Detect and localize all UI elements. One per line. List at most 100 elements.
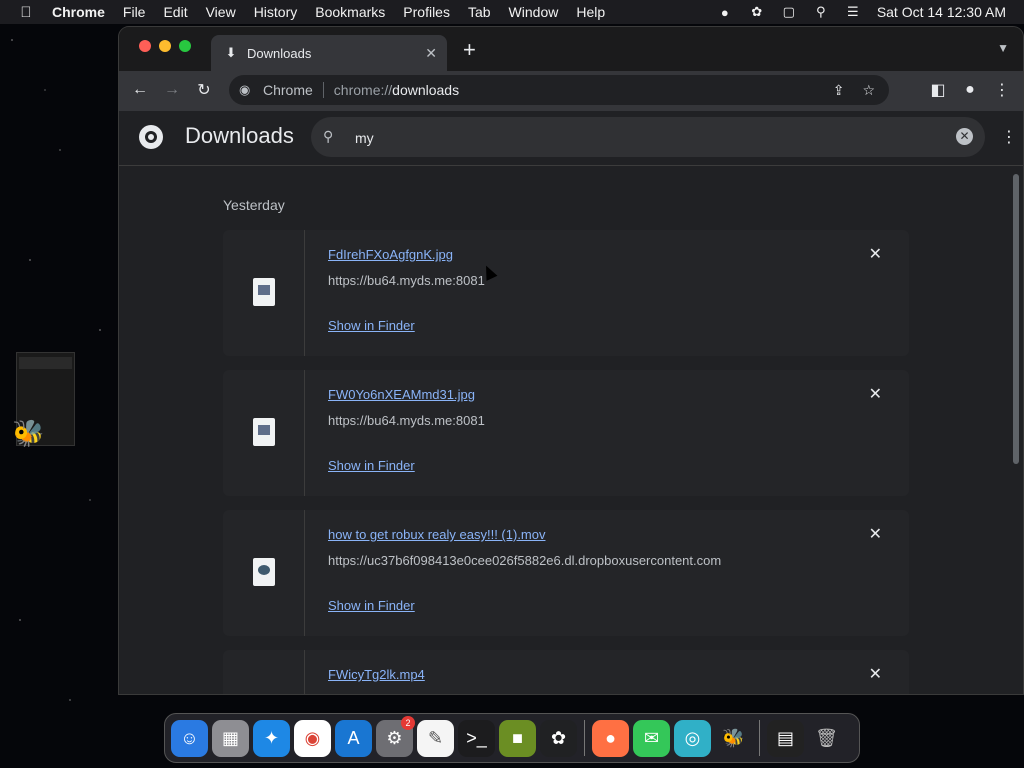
url-path: downloads	[392, 82, 460, 98]
download-filename-link[interactable]: FW0Yo6nXEAMmd31.jpg	[328, 387, 475, 402]
download-item: FW0Yo6nXEAMmd31.jpg https://bu64.myds.me…	[223, 370, 909, 496]
system-settings-icon[interactable]: ⚙ 2	[376, 715, 415, 757]
address-bar[interactable]: ◉ Chrome chrome:// downloads ⇪ ☆	[229, 75, 889, 105]
file-preview	[258, 425, 270, 435]
new-tab-button[interactable]: +	[463, 37, 476, 63]
desktop-bee-icon[interactable]: 🐝	[12, 418, 44, 449]
back-button[interactable]: ←	[129, 79, 151, 101]
find-my-icon[interactable]: ◎	[674, 719, 711, 757]
clear-search-icon[interactable]: ✕	[956, 128, 973, 145]
bee-app-icon[interactable]: 🐝	[715, 720, 752, 757]
firefox-icon[interactable]: ●	[592, 719, 629, 757]
download-item: how to get robux realy easy!!! (1).mov h…	[223, 510, 909, 636]
search-downloads[interactable]: ⚲ ✕	[311, 117, 985, 157]
reload-button[interactable]: ↻	[193, 79, 215, 101]
screenshot-thumbnail-icon[interactable]: ▤	[767, 719, 804, 757]
chatgpt-status-icon[interactable]: ✿	[749, 4, 765, 19]
safari-icon[interactable]: ✦	[253, 719, 290, 757]
divider	[304, 510, 305, 636]
tab-downloads[interactable]: ⬇ Downloads ✕	[211, 35, 447, 71]
profile-icon[interactable]: ●	[959, 79, 981, 101]
terminal-icon[interactable]: >_	[458, 719, 495, 757]
scrollbar[interactable]	[1009, 166, 1023, 694]
control-center-icon[interactable]: ☰	[845, 4, 861, 19]
address-chip: Chrome	[263, 82, 324, 98]
search-input[interactable]	[353, 125, 917, 151]
finder-icon[interactable]: ☺	[171, 719, 208, 757]
download-source-url: https://bu64.myds.me:8081	[328, 273, 485, 288]
remove-item-icon[interactable]: ✕	[869, 244, 882, 264]
divider	[304, 370, 305, 496]
show-in-finder-link[interactable]: Show in Finder	[328, 598, 415, 613]
menu-view[interactable]: View	[197, 4, 245, 20]
image-file-icon	[253, 418, 275, 446]
menu-history[interactable]: History	[245, 4, 307, 20]
menu-help[interactable]: Help	[567, 4, 614, 20]
section-date: Yesterday	[223, 197, 285, 213]
show-in-finder-link[interactable]: Show in Finder	[328, 458, 415, 473]
app-store-icon[interactable]: A	[335, 719, 372, 757]
chrome-icon[interactable]: ◉	[294, 719, 331, 757]
minimize-window-button[interactable]	[159, 40, 171, 52]
dock-separator	[584, 720, 585, 756]
forward-button[interactable]: →	[161, 79, 183, 101]
tab-search-chevron-icon[interactable]: ▼	[997, 41, 1009, 55]
close-window-button[interactable]	[139, 40, 151, 52]
downloads-list: Yesterday FdIrehFXoAgfgnK.jpg https://bu…	[119, 166, 1009, 694]
file-preview	[258, 285, 270, 295]
bee-status-icon[interactable]: ●	[717, 5, 733, 20]
menu-profiles[interactable]: Profiles	[394, 4, 459, 20]
download-item: FdIrehFXoAgfgnK.jpg https://bu64.myds.me…	[223, 230, 909, 356]
menu-window[interactable]: Window	[500, 4, 568, 20]
download-filename-link[interactable]: FdIrehFXoAgfgnK.jpg	[328, 247, 453, 262]
trash-icon[interactable]: 🗑	[808, 720, 845, 757]
download-filename-link[interactable]: FWicyTg2lk.mp4	[328, 667, 425, 682]
bookmark-star-icon[interactable]: ☆	[862, 82, 875, 99]
tab-strip: ⬇ Downloads ✕ + ▼	[119, 27, 1023, 71]
download-icon: ⬇	[225, 45, 237, 60]
downloads-menu-icon[interactable]: ⋮	[1001, 127, 1017, 147]
dock-separator	[759, 720, 760, 756]
launchpad-icon[interactable]: ▦	[212, 719, 249, 757]
download-filename-link[interactable]: how to get robux realy easy!!! (1).mov	[328, 527, 545, 542]
chrome-site-icon: ◉	[239, 82, 251, 97]
chatgpt-icon[interactable]: ✿	[540, 719, 577, 757]
messages-icon[interactable]: ✉	[633, 719, 670, 757]
page-title: Downloads	[185, 123, 294, 148]
downloads-header: Downloads ⚲ ✕ ⋮	[119, 111, 1023, 166]
spotlight-search-icon[interactable]: ⚲	[813, 4, 829, 19]
menu-app-name[interactable]: Chrome	[52, 4, 114, 20]
status-area: ● ✿ ▢ ⚲ ☰ Sat Oct 14 12:30 AM	[717, 4, 1024, 20]
minecraft-icon[interactable]: ■	[499, 719, 536, 757]
image-file-icon	[253, 278, 275, 306]
remove-item-icon[interactable]: ✕	[869, 664, 882, 684]
menu-bookmarks[interactable]: Bookmarks	[306, 4, 394, 20]
file-preview	[258, 565, 270, 575]
omnibox-actions: ⇪ ☆	[833, 82, 889, 99]
menu-edit[interactable]: Edit	[154, 4, 196, 20]
download-source-url: https://uc37b6f098413e0cee026f5882e6.dl.…	[328, 553, 722, 568]
textedit-icon[interactable]: ✎	[417, 719, 454, 757]
logo-center	[148, 134, 154, 140]
share-icon[interactable]: ⇪	[833, 82, 845, 99]
chrome-logo-icon	[139, 125, 163, 149]
remove-item-icon[interactable]: ✕	[869, 524, 882, 544]
menu-file[interactable]: File	[114, 4, 155, 20]
tab-title: Downloads	[247, 45, 312, 61]
tab-close-icon[interactable]: ✕	[425, 45, 437, 62]
menubar-clock[interactable]: Sat Oct 14 12:30 AM	[877, 4, 1006, 20]
scrollbar-thumb[interactable]	[1013, 174, 1019, 464]
thumbnail-bar	[19, 357, 72, 369]
side-panel-icon[interactable]: ◧	[927, 79, 949, 101]
menu-bar:  Chrome File Edit View History Bookmark…	[0, 0, 1024, 24]
screen-mirroring-icon[interactable]: ▢	[781, 4, 797, 19]
search-icon: ⚲	[323, 128, 334, 144]
zoom-window-button[interactable]	[179, 40, 191, 52]
show-in-finder-link[interactable]: Show in Finder	[328, 318, 415, 333]
remove-item-icon[interactable]: ✕	[869, 384, 882, 404]
menu-tab[interactable]: Tab	[459, 4, 500, 20]
browser-toolbar: ← → ↻ ◉ Chrome chrome:// downloads ⇪ ☆ ◧…	[119, 71, 1023, 111]
browser-menu-icon[interactable]: ⋮	[991, 79, 1013, 101]
apple-menu-icon[interactable]: 	[0, 4, 52, 21]
divider	[304, 230, 305, 356]
